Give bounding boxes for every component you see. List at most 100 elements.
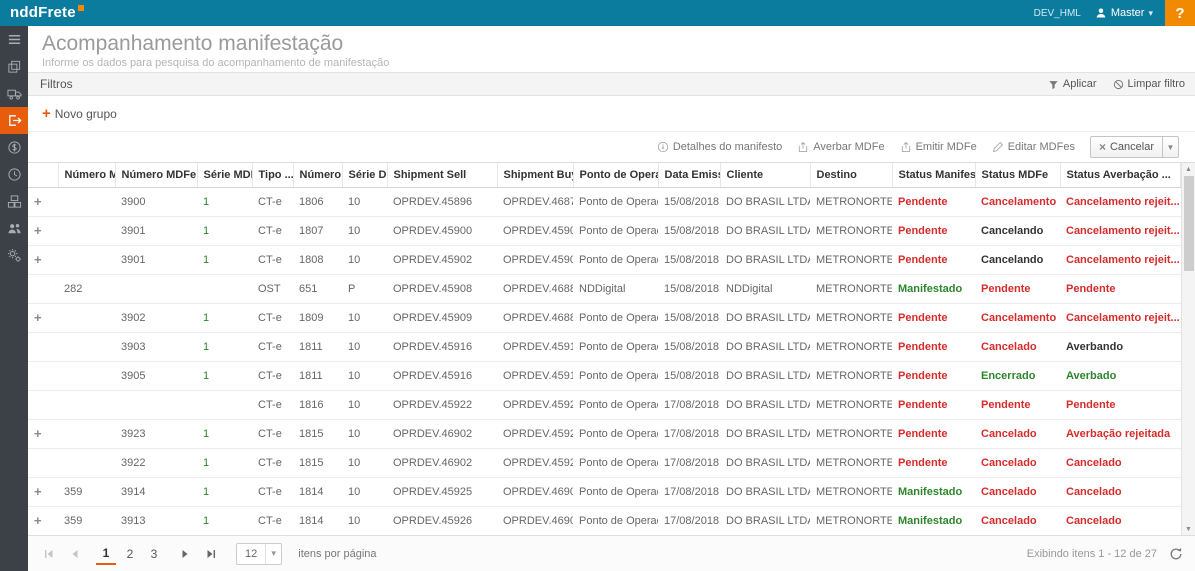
first-page-button[interactable] [40,545,58,563]
cell-manifesto: 282 [58,274,115,303]
apply-filter-button[interactable]: Aplicar [1048,78,1097,90]
col-header-cliente[interactable]: Cliente [720,163,810,187]
expand-row-button[interactable]: + [34,310,42,325]
sidebar-item-manifestacao[interactable] [0,107,28,134]
help-button[interactable]: ? [1165,0,1195,26]
cell-mdfe: 3902 [115,303,197,332]
cell-destino: METRONORTE CO... [810,390,892,419]
editar-mdfes-button[interactable]: Editar MDFes [992,141,1075,153]
cell-mdfe: 3903 [115,332,197,361]
sidebar-item-agendamento[interactable] [0,161,28,188]
cell-data: 17/08/2018 1... [658,419,720,448]
status-st_averbacao: Cancelamento rejeit... [1060,187,1181,216]
sidebar-item-configuracoes[interactable] [0,242,28,269]
table-row[interactable]: +39021CT-e180910OPRDEV.45909OPRDEV.46886… [28,303,1181,332]
export-arrow-icon [797,141,809,153]
col-header-data[interactable]: Data Emissã... [658,163,720,187]
cell-serie_d: 10 [342,506,387,535]
col-header-buy[interactable]: Shipment Buy [497,163,573,187]
menu-toggle[interactable] [0,26,28,53]
table-row[interactable]: 282OST651POPRDEV.45908OPRDEV.46884NDDigi… [28,274,1181,303]
refresh-button[interactable] [1169,547,1183,561]
vertical-scrollbar[interactable]: ▲ ▼ [1181,163,1195,535]
page-number-3[interactable]: 3 [144,543,164,565]
table-row[interactable]: 39221CT-e181510OPRDEV.46902OPRDEV.45923P… [28,448,1181,477]
col-header-st_mdfe[interactable]: Status MDFe [975,163,1060,187]
cell-sell: OPRDEV.45896 [387,187,497,216]
cell-serie_mdfe: 1 [197,419,252,448]
table-row[interactable]: +39001CT-e180610OPRDEV.45896OPRDEV.46877… [28,187,1181,216]
app-window: nddFrete DEV_HML Master ▾ ? [0,0,1195,571]
col-header-ponto[interactable]: Ponto de Operação [573,163,658,187]
col-header-mdfe[interactable]: Número MDFe [115,163,197,187]
sidebar-item-cadastros[interactable] [0,53,28,80]
col-header-sell[interactable]: Shipment Sell [387,163,497,187]
averbar-mdfe-button[interactable]: Averbar MDFe [797,141,884,153]
last-page-button[interactable] [202,545,220,563]
cell-buy: OPRDEV.45920 [497,390,573,419]
page-number-1[interactable]: 1 [96,543,116,565]
sidebar-item-financeiro[interactable] [0,134,28,161]
user-menu[interactable]: Master ▾ [1095,7,1153,19]
cancelar-dropdown-button[interactable]: ▼ [1162,137,1178,157]
col-header-st_averbacao[interactable]: Status Averbação ... [1060,163,1181,187]
scroll-up-icon[interactable]: ▲ [1182,163,1195,175]
expand-row-button[interactable]: + [34,484,42,499]
cell-tipo: CT-e [252,419,293,448]
col-header-serie_d[interactable]: Série D... [342,163,387,187]
slash-circle-icon [1113,79,1124,90]
status-st_manifesto: Manifestado [892,506,975,535]
new-group-button[interactable]: + Novo grupo [42,107,117,121]
cancelar-button[interactable]: × Cancelar [1091,137,1162,157]
status-st_averbacao: Cancelamento rejeit... [1060,245,1181,274]
table-row[interactable]: CT-e181610OPRDEV.45922OPRDEV.45920Ponto … [28,390,1181,419]
col-header-serie_mdfe[interactable]: Série MDFe [197,163,252,187]
scrollbar-thumb[interactable] [1184,176,1194,271]
table-row[interactable]: +39011CT-e180810OPRDEV.45902OPRDEV.45901… [28,245,1181,274]
expand-row-button[interactable]: + [34,513,42,528]
emitir-mdfe-button[interactable]: Emitir MDFe [900,141,977,153]
status-st_mdfe: Pendente [975,390,1060,419]
cell-destino: METRONORTE CO... [810,274,892,303]
scroll-down-icon[interactable]: ▼ [1182,523,1195,535]
results-table: Número Mani...Número MDFeSérie MDFeTipo … [28,163,1181,535]
cell-numero: 1808 [293,245,342,274]
cell-ponto: Ponto de Operação ... [573,361,658,390]
user-icon [1095,7,1107,19]
cell-serie_d: 10 [342,390,387,419]
table-row[interactable]: 39051CT-e181110OPRDEV.45916OPRDEV.45914P… [28,361,1181,390]
sidebar-item-estoque[interactable] [0,188,28,215]
next-page-button[interactable] [176,545,194,563]
sidebar-item-usuarios[interactable] [0,215,28,242]
col-header-manifesto[interactable]: Número Mani... [58,163,115,187]
col-header-tipo[interactable]: Tipo ... [252,163,293,187]
copy-icon [7,59,22,74]
table-row[interactable]: +39011CT-e180710OPRDEV.45900OPRDEV.45901… [28,216,1181,245]
prev-page-button[interactable] [66,545,84,563]
col-header-st_manifesto[interactable]: Status Manifesto [892,163,975,187]
per-page-label: itens por página [298,548,376,560]
expand-row-button[interactable]: + [34,426,42,441]
filters-bar: Filtros Aplicar Limpar filtro [28,72,1195,96]
sidebar-item-transporte[interactable] [0,80,28,107]
table-row[interactable]: +35939131CT-e181410OPRDEV.45926OPRDEV.46… [28,506,1181,535]
expand-row-button[interactable]: + [34,194,42,209]
table-row[interactable]: 39031CT-e181110OPRDEV.45916OPRDEV.45914P… [28,332,1181,361]
app-logo[interactable]: nddFrete [0,1,94,25]
col-header-destino[interactable]: Destino [810,163,892,187]
details-manifest-button[interactable]: Detalhes do manifesto [657,141,782,153]
expand-row-button[interactable]: + [34,252,42,267]
cell-manifesto [58,390,115,419]
table-row[interactable]: +35939141CT-e181410OPRDEV.45925OPRDEV.46… [28,477,1181,506]
col-header-numero[interactable]: Número ... [293,163,342,187]
page-number-2[interactable]: 2 [120,543,140,565]
table-row[interactable]: +39231CT-e181510OPRDEV.46902OPRDEV.45923… [28,419,1181,448]
expand-row-button[interactable]: + [34,223,42,238]
cell-serie_d: 10 [342,303,387,332]
clear-filter-button[interactable]: Limpar filtro [1113,78,1185,90]
cancelar-split-button: × Cancelar ▼ [1090,136,1179,158]
cell-destino: METRONORTE CO... [810,506,892,535]
cell-tipo: CT-e [252,216,293,245]
status-st_manifesto: Pendente [892,419,975,448]
page-size-select[interactable]: 12 ▼ [236,543,282,565]
